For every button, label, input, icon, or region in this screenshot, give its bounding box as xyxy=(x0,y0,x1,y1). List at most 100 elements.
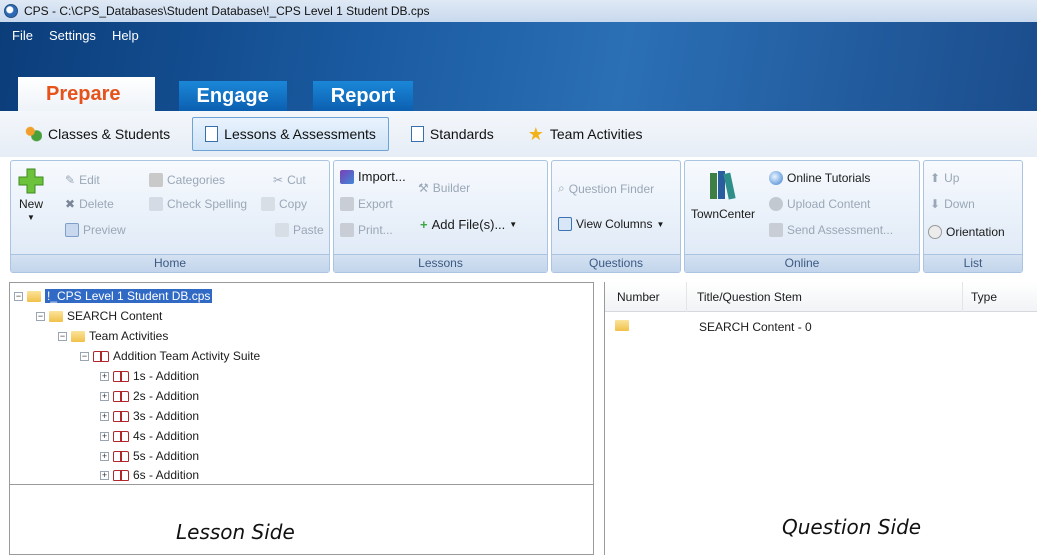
tree-lesson-item[interactable]: + 6s - Addition xyxy=(100,469,199,481)
orientation-button[interactable]: Orientation xyxy=(928,225,1005,239)
expand-icon[interactable]: + xyxy=(100,431,109,441)
tab-report[interactable]: Report xyxy=(312,81,414,111)
categories-icon xyxy=(149,173,163,187)
tree-search-content[interactable]: − SEARCH Content xyxy=(36,309,162,323)
dropdown-arrow-icon: ▼ xyxy=(656,219,665,229)
people-icon xyxy=(24,125,42,143)
expand-icon[interactable]: + xyxy=(100,451,109,461)
preview-button[interactable]: Preview xyxy=(65,223,126,237)
subtab-standards[interactable]: Standards xyxy=(399,117,506,151)
book-icon xyxy=(113,410,129,422)
ribbon-group-list: ⬆ Up ⬇ Down Orientation List xyxy=(923,160,1023,273)
collapse-icon[interactable]: − xyxy=(80,351,89,361)
tree-label: !_CPS Level 1 Student DB.cps xyxy=(45,289,213,303)
tree-lesson-item[interactable]: + 4s - Addition xyxy=(100,429,199,443)
book-icon xyxy=(113,430,129,442)
lesson-side-caption: Lesson Side xyxy=(176,520,295,544)
paste-icon xyxy=(275,223,289,237)
title-bar: CPS - C:\CPS_Databases\Student Database\… xyxy=(0,0,1037,22)
check-spelling-button[interactable]: Check Spelling xyxy=(149,197,247,211)
tree-lesson-item[interactable]: + 1s - Addition xyxy=(100,369,199,383)
column-number[interactable]: Number xyxy=(605,281,687,312)
down-button[interactable]: ⬇ Down xyxy=(930,197,975,211)
collapse-icon[interactable]: − xyxy=(36,311,45,321)
tab-prepare[interactable]: Prepare xyxy=(18,77,155,111)
ribbon-group-online: TownCenter Online Tutorials Upload Conte… xyxy=(684,160,920,273)
dropdown-arrow-icon: ▼ xyxy=(27,213,35,222)
tab-engage[interactable]: Engage xyxy=(178,81,287,111)
ribbon-group-label: Questions xyxy=(552,254,680,272)
tree-root[interactable]: − !_CPS Level 1 Student DB.cps xyxy=(14,289,213,303)
subtab-label: Classes & Students xyxy=(48,126,171,142)
row-title: SEARCH Content - 0 xyxy=(699,320,812,334)
online-tutorials-button[interactable]: Online Tutorials xyxy=(769,171,870,185)
spell-check-icon xyxy=(149,197,163,211)
hammer-icon: ⚒ xyxy=(418,181,429,195)
tree-team-activities[interactable]: − Team Activities xyxy=(58,329,168,343)
delete-button[interactable]: ✖ Delete xyxy=(65,197,114,211)
book-icon xyxy=(113,469,129,481)
new-button[interactable]: New ▼ xyxy=(17,167,45,222)
books-icon xyxy=(710,171,736,200)
expand-icon[interactable]: + xyxy=(100,411,109,421)
collapse-icon[interactable]: − xyxy=(14,291,23,301)
copy-button[interactable]: Copy xyxy=(261,197,307,211)
tree-label: Team Activities xyxy=(89,329,169,343)
collapse-icon[interactable]: − xyxy=(58,331,67,341)
upload-icon xyxy=(769,197,783,211)
ribbon-group-questions: ⌕ Question Finder View Columns ▼ Questio… xyxy=(551,160,681,273)
subtab-label: Standards xyxy=(429,126,494,142)
menu-help[interactable]: Help xyxy=(104,26,147,45)
tree-label: SEARCH Content xyxy=(67,309,163,323)
book-icon xyxy=(113,370,129,382)
print-button[interactable]: Print... xyxy=(340,223,393,237)
tree-lesson-item[interactable]: + 5s - Addition xyxy=(100,449,199,463)
globe-icon xyxy=(769,171,783,185)
column-title[interactable]: Title/Question Stem xyxy=(687,281,963,312)
tree-label: 3s - Addition xyxy=(133,409,200,423)
ribbon-group-home: New ▼ ✎ Edit ✖ Delete Preview Categories… xyxy=(10,160,330,273)
orientation-icon xyxy=(928,225,942,239)
panel-divider xyxy=(10,484,593,485)
view-columns-button[interactable]: View Columns ▼ xyxy=(558,217,664,231)
tree-label: 6s - Addition xyxy=(133,469,200,481)
expand-icon[interactable]: + xyxy=(100,371,109,381)
subtab-team-activities[interactable]: ★ Team Activities xyxy=(516,117,655,151)
sub-tabs: Classes & Students Lessons & Assessments… xyxy=(0,111,1037,157)
column-type[interactable]: Type xyxy=(963,282,1037,312)
up-button[interactable]: ⬆ Up xyxy=(930,171,959,185)
tree-lesson-item[interactable]: + 2s - Addition xyxy=(100,389,199,403)
towncenter-button[interactable]: TownCenter xyxy=(691,169,755,221)
pencil-icon: ✎ xyxy=(65,173,76,187)
table-row[interactable] xyxy=(615,320,629,334)
add-files-button[interactable]: + Add File(s)... ▼ xyxy=(420,217,517,232)
edit-button[interactable]: ✎ Edit xyxy=(65,173,100,187)
tree-label: 4s - Addition xyxy=(133,429,200,443)
question-finder-button[interactable]: ⌕ Question Finder xyxy=(558,181,654,196)
expand-icon[interactable]: + xyxy=(100,391,109,401)
copy-icon xyxy=(261,197,275,211)
export-button[interactable]: Export xyxy=(340,197,393,211)
ribbon-group-label: Lessons xyxy=(334,254,547,272)
preview-icon xyxy=(65,223,79,237)
paste-button[interactable]: Paste xyxy=(275,223,324,237)
subtab-classes-students[interactable]: Classes & Students xyxy=(12,117,182,151)
book-icon xyxy=(113,390,129,402)
menu-file[interactable]: File xyxy=(4,26,41,45)
upload-content-button[interactable]: Upload Content xyxy=(769,197,870,211)
lesson-tree-panel: − !_CPS Level 1 Student DB.cps − SEARCH … xyxy=(9,282,594,555)
tree-label: 2s - Addition xyxy=(133,389,200,403)
send-icon xyxy=(769,223,783,237)
tree-addition-suite[interactable]: − Addition Team Activity Suite xyxy=(80,349,260,363)
send-assessment-button[interactable]: Send Assessment... xyxy=(769,223,893,237)
builder-button[interactable]: ⚒ Builder xyxy=(418,181,470,195)
tree-lesson-item[interactable]: + 3s - Addition xyxy=(100,409,199,423)
cut-button[interactable]: ✂ Cut xyxy=(273,173,306,187)
categories-button[interactable]: Categories xyxy=(149,173,225,187)
expand-icon[interactable]: + xyxy=(100,470,109,480)
main-tabs: Prepare Engage Report xyxy=(0,75,414,111)
import-button[interactable]: Import... xyxy=(340,169,406,184)
subtab-lessons-assessments[interactable]: Lessons & Assessments xyxy=(192,117,389,151)
window-title: CPS - C:\CPS_Databases\Student Database\… xyxy=(24,4,430,18)
menu-settings[interactable]: Settings xyxy=(41,26,104,45)
